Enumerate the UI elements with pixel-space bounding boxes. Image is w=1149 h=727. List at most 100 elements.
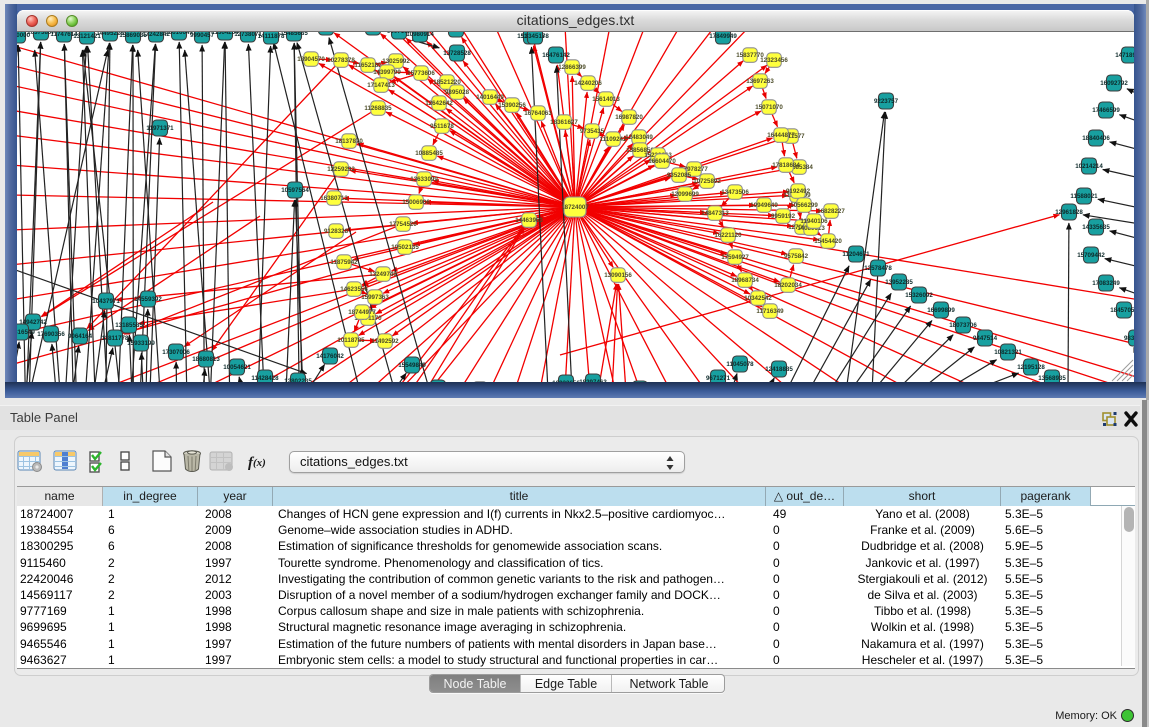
- svg-text:9959192: 9959192: [771, 213, 796, 220]
- svg-text:13473506: 13473506: [721, 189, 749, 196]
- svg-text:16476142: 16476142: [542, 52, 570, 59]
- svg-text:12961828: 12961828: [1055, 209, 1083, 216]
- svg-text:13697263: 13697263: [746, 78, 774, 85]
- svg-text:12259292: 12259292: [327, 166, 355, 173]
- svg-text:9575842: 9575842: [784, 253, 809, 260]
- svg-text:12099699: 12099699: [671, 191, 699, 198]
- svg-text:18744977: 18744977: [348, 309, 376, 316]
- svg-text:18202034: 18202034: [774, 282, 802, 289]
- svg-text:11971371: 11971371: [146, 125, 174, 132]
- svg-text:16764063: 16764063: [524, 110, 552, 117]
- svg-text:16316549: 16316549: [17, 329, 35, 336]
- svg-text:10214214: 10214214: [1075, 163, 1103, 170]
- svg-text:10980914: 10980914: [406, 32, 434, 38]
- svg-text:9128328: 9128328: [324, 228, 349, 235]
- svg-text:10054621: 10054621: [223, 364, 251, 371]
- svg-text:15006906: 15006906: [402, 199, 430, 206]
- svg-text:9192492: 9192492: [786, 188, 811, 195]
- svg-text:9447514: 9447514: [973, 335, 998, 342]
- svg-text:14559392: 14559392: [134, 296, 162, 303]
- svg-text:11940106: 11940106: [800, 218, 828, 225]
- svg-text:11716349: 11716349: [756, 308, 784, 315]
- svg-text:18840406: 18840406: [1082, 135, 1110, 142]
- svg-text:13633099: 13633099: [410, 176, 438, 183]
- svg-text:9511678: 9511678: [430, 123, 454, 130]
- svg-text:17307006: 17307006: [162, 349, 190, 356]
- svg-text:16092792: 16092792: [1100, 80, 1128, 87]
- svg-text:10502135: 10502135: [391, 244, 419, 251]
- svg-text:13728528: 13728528: [443, 50, 471, 57]
- svg-text:15326092: 15326092: [905, 292, 933, 299]
- svg-text:12642642: 12642642: [425, 100, 453, 107]
- svg-text:16380713: 16380713: [320, 195, 348, 202]
- svg-text:11875942: 11875942: [330, 259, 358, 266]
- svg-text:17754520: 17754520: [389, 221, 417, 228]
- svg-text:13345178: 13345178: [521, 33, 549, 40]
- svg-text:11588021: 11588021: [1070, 193, 1098, 200]
- svg-text:17849949: 17849949: [709, 33, 737, 40]
- svg-text:12354721: 12354721: [442, 32, 470, 33]
- svg-text:17083249: 17083249: [1092, 280, 1120, 287]
- svg-text:9352085: 9352085: [667, 172, 692, 179]
- svg-text:14335635: 14335635: [1082, 224, 1110, 231]
- svg-text:15933199: 15933199: [127, 340, 155, 347]
- svg-text:15454420: 15454420: [814, 238, 842, 245]
- svg-text:10566299: 10566299: [790, 202, 818, 209]
- svg-text:15614013: 15614013: [592, 96, 620, 103]
- svg-text:17466599: 17466599: [1092, 107, 1120, 114]
- svg-text:12483049: 12483049: [625, 134, 653, 141]
- svg-text:12866399: 12866399: [558, 64, 586, 71]
- svg-text:9735435: 9735435: [580, 128, 605, 135]
- svg-text:11268835: 11268835: [364, 105, 392, 112]
- svg-text:14718985: 14718985: [1115, 52, 1134, 59]
- svg-text:10949649: 10949649: [750, 202, 778, 209]
- svg-text:17594927: 17594927: [721, 254, 749, 261]
- svg-text:18724007: 18724007: [561, 204, 589, 211]
- svg-text:18137870: 18137870: [335, 138, 363, 145]
- svg-text:15071070: 15071070: [755, 104, 783, 111]
- svg-text:12802235: 12802235: [284, 378, 312, 382]
- svg-text:12578478: 12578478: [864, 265, 892, 272]
- svg-text:18680813: 18680813: [192, 356, 220, 363]
- svg-text:15997363: 15997363: [361, 294, 389, 301]
- svg-text:14240206: 14240206: [574, 80, 602, 87]
- svg-text:9830864: 9830864: [1124, 335, 1134, 342]
- svg-text:10118785: 10118785: [337, 337, 365, 344]
- svg-text:10821321: 10821321: [994, 349, 1022, 356]
- svg-text:14399799: 14399799: [373, 69, 401, 76]
- svg-text:12195128: 12195128: [1017, 364, 1045, 371]
- svg-text:15485685: 15485685: [280, 32, 308, 37]
- svg-text:13185585: 13185585: [115, 322, 143, 329]
- svg-text:16923656: 16923656: [552, 380, 580, 382]
- svg-text:12323456: 12323456: [760, 57, 788, 64]
- svg-text:13025992: 13025992: [382, 58, 410, 65]
- svg-text:13952285: 13952285: [885, 279, 913, 286]
- svg-text:11204671: 11204671: [842, 251, 870, 258]
- svg-text:11045078: 11045078: [726, 361, 754, 368]
- svg-text:17818684: 17818684: [772, 162, 800, 169]
- svg-text:14847313: 14847313: [701, 210, 729, 217]
- svg-text:11652185: 11652185: [354, 62, 382, 69]
- svg-text:(x): (x): [253, 457, 266, 469]
- svg-text:14463963: 14463963: [515, 217, 543, 224]
- svg-text:18904570: 18904570: [297, 56, 325, 63]
- svg-text:10278378: 10278378: [327, 57, 355, 64]
- svg-text:11428428: 11428428: [251, 375, 279, 382]
- svg-text:9895028: 9895028: [445, 89, 470, 96]
- svg-text:16987820: 16987820: [615, 114, 643, 121]
- svg-text:10725892: 10725892: [693, 178, 721, 185]
- svg-text:15390256: 15390256: [498, 102, 526, 109]
- svg-text:12418885: 12418885: [765, 366, 793, 373]
- svg-text:18968734: 18968734: [731, 277, 759, 284]
- svg-text:18297463: 18297463: [579, 379, 607, 382]
- svg-text:16828227: 16828227: [817, 208, 845, 215]
- svg-text:11109242: 11109242: [600, 136, 627, 143]
- svg-text:14016449: 14016449: [476, 94, 504, 101]
- svg-text:11492592: 11492592: [371, 338, 399, 345]
- svg-text:10342542: 10342542: [744, 295, 772, 302]
- svg-text:15773606: 15773606: [407, 70, 435, 77]
- svg-text:9064164: 9064164: [68, 333, 93, 340]
- svg-text:16699899: 16699899: [927, 307, 955, 314]
- svg-text:16604470: 16604470: [648, 158, 676, 165]
- svg-text:16221120: 16221120: [714, 232, 742, 239]
